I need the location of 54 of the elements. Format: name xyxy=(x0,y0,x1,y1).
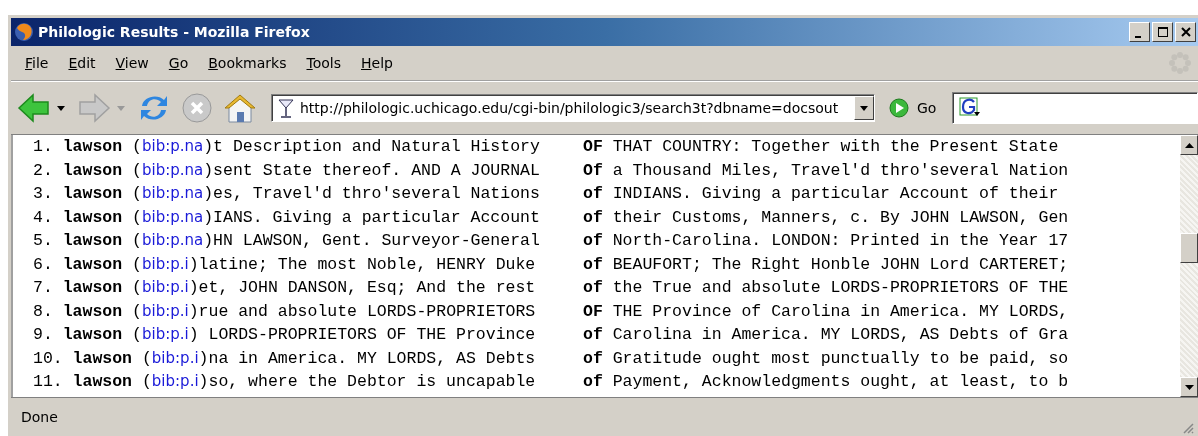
window-title: Philologic Results - Mozilla Firefox xyxy=(38,24,310,40)
up-arrow-icon xyxy=(1184,142,1194,148)
result-line: 6. lawson (bib:p.i)latine; The most Noble, HENRY Duke of BEAUFORT; The Right Honble JOHN Lord CARTERET; xyxy=(33,253,1070,276)
result-line: 9. lawson (bib:p.i) LORDS-PROPRIETORS OF THE Province of Carolina in America. MY LORDS, AS Debts of Gra xyxy=(33,324,1070,346)
bibliography-link[interactable]: bib:p.na xyxy=(141,231,204,249)
result-line: 8. lawson (bib:p.i)rue and absolute LORDS-PROPRIETORS OF THE Province of Carolina in America. MY LORDS, xyxy=(33,300,1070,323)
scroll-thumb[interactable] xyxy=(1180,233,1198,263)
result-line: 3. lawson (bib:p.na)es, Travel'd thro'several Nations of INDIANS. Giving a particular Account of their xyxy=(33,183,1060,205)
status-text: Done xyxy=(21,409,58,425)
bibliography-link[interactable]: bib:p.i xyxy=(141,278,189,296)
bibliography-link[interactable]: bib:p.na xyxy=(141,184,204,202)
minimize-button[interactable] xyxy=(1129,22,1150,42)
close-icon xyxy=(1180,27,1191,37)
menu-item[interactable]: Tools xyxy=(298,53,349,73)
address-field[interactable]: http://philologic.uchicago.edu/cgi-bin/philologic3/search3t?dbname=docsout xyxy=(271,94,875,122)
down-arrow-icon xyxy=(1184,384,1194,390)
bibliography-link[interactable]: bib:p.i xyxy=(141,325,189,343)
bibliography-link[interactable]: bib:p.na xyxy=(141,207,204,226)
menu-item[interactable]: File xyxy=(17,53,57,73)
caret-icon xyxy=(860,105,868,111)
result-line: 5. lawson (bib:p.na)HN LAWSON, Gent. Surveyor-General of North-Carolina. LONDON: Printed in the Year 17 xyxy=(33,230,1070,252)
caret-icon[interactable] xyxy=(57,105,65,111)
result-line: 10. lawson (bib:p.i)na in America. MY LORDS, AS Debts of Gratitude ought most punctually to be paid, so xyxy=(33,347,1070,370)
scroll-up-button[interactable] xyxy=(1180,135,1198,155)
search-engine-icon xyxy=(959,97,982,119)
bibliography-link[interactable]: bib:p.i xyxy=(141,254,189,273)
menu-item[interactable]: Edit xyxy=(60,53,104,73)
maximize-icon xyxy=(1157,27,1168,37)
menu-item[interactable]: Help xyxy=(353,53,401,73)
browser-logo-icon xyxy=(14,22,34,42)
result-line: 11. lawson (bib:p.i)so, where the Debtor is uncapable of Payment, Acknowledgments ought, at least, to b xyxy=(33,371,1070,393)
search-field[interactable] xyxy=(952,92,1198,124)
bibliography-link[interactable]: bib:p.na xyxy=(141,137,204,155)
play-icon xyxy=(889,98,909,118)
result-line: 7. lawson (bib:p.i)et, JOHN DANSON, Esq; And the rest of the True and absolute LORDS-PROPRIETORS OF THE xyxy=(33,277,1070,299)
bibliography-link[interactable]: bib:p.i xyxy=(151,348,199,367)
menu-item[interactable]: Go xyxy=(160,53,197,73)
result-line: 2. lawson (bib:p.na)sent State thereof. AND A JOURNAL Of a Thousand Miles, Travel'd thro'several Nation xyxy=(33,159,1070,182)
scroll-down-button[interactable] xyxy=(1180,377,1198,397)
maximize-button[interactable] xyxy=(1152,22,1173,42)
dropdown-button[interactable] xyxy=(854,96,874,120)
bibliography-link[interactable]: bib:p.na xyxy=(141,160,204,179)
result-line: 4. lawson (bib:p.na)IANS. Giving a particular Account of their Customs, Manners, c. By JOHN LAWSON, Gen xyxy=(33,206,1070,229)
minimize-icon xyxy=(1135,36,1141,38)
bibliography-link[interactable]: bib:p.i xyxy=(151,372,199,390)
menu-item[interactable]: View xyxy=(107,53,157,73)
close-button[interactable] xyxy=(1175,22,1196,42)
result-line: 1. lawson (bib:p.na)t Description and Natural History OF THAT COUNTRY: Together with the Present State xyxy=(33,136,1060,158)
scrollbar[interactable] xyxy=(1180,135,1198,397)
menu-item[interactable]: Bookmarks xyxy=(200,53,295,73)
site-icon xyxy=(278,98,294,118)
go-button[interactable]: Go xyxy=(885,98,941,118)
bibliography-link[interactable]: bib:p.i xyxy=(141,301,189,320)
resize-grip-icon[interactable] xyxy=(1182,422,1194,434)
